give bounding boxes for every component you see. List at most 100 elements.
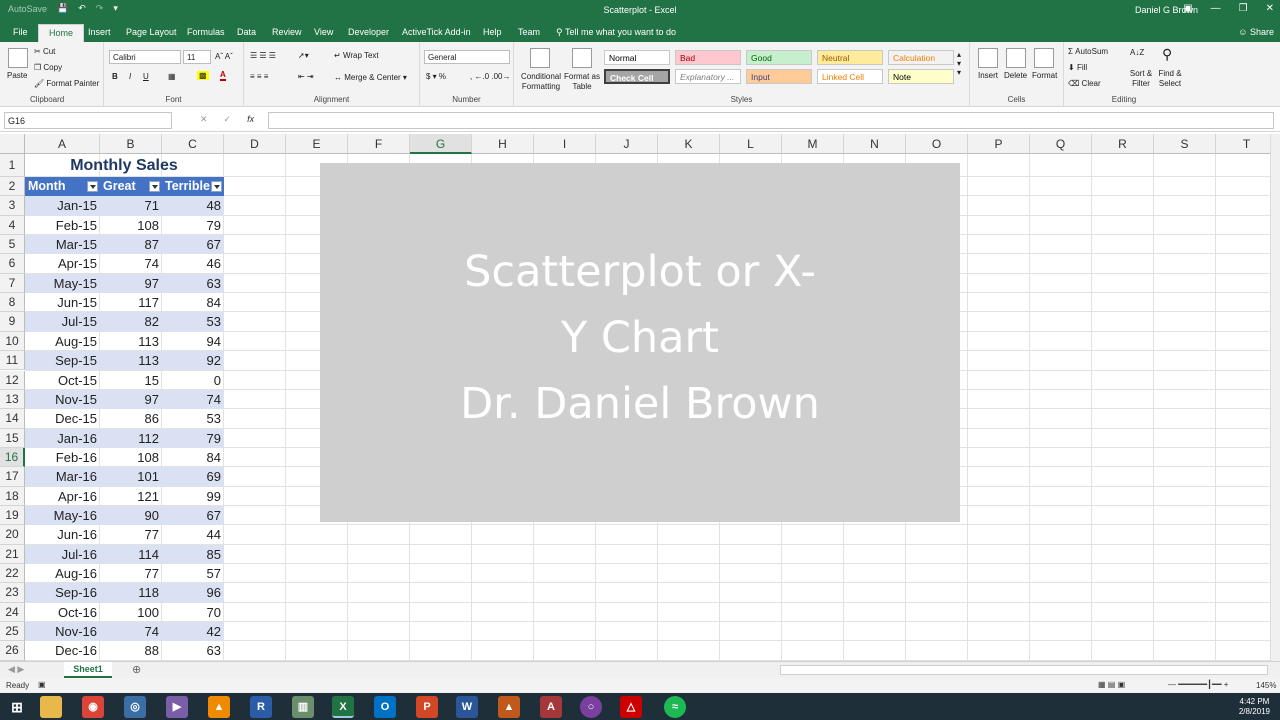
table-cell[interactable]: Dec-16 xyxy=(25,641,100,660)
row-header-5[interactable]: 5 xyxy=(0,235,25,255)
r-icon[interactable]: R xyxy=(250,696,272,718)
table-cell[interactable]: 53 xyxy=(162,409,224,428)
table-cell[interactable]: 85 xyxy=(162,544,224,564)
format-as-table-button[interactable]: Format as Table xyxy=(563,72,601,92)
row-header-12[interactable]: 12 xyxy=(0,370,25,390)
italic-icon[interactable]: I xyxy=(129,72,131,81)
filter-dropdown-icon[interactable] xyxy=(87,181,98,192)
table-cell[interactable]: Sep-15 xyxy=(25,351,100,371)
table-cell[interactable]: Apr-16 xyxy=(25,487,100,506)
windows-start-icon[interactable]: ⊞ xyxy=(6,696,28,718)
table-cell[interactable]: Dec-15 xyxy=(25,409,100,428)
currency-icon[interactable]: $ ▾ % xyxy=(426,72,446,81)
app-icon[interactable]: ▥ xyxy=(292,696,314,718)
row-header-19[interactable]: 19 xyxy=(0,505,25,526)
row-header-25[interactable]: 25 xyxy=(0,622,25,642)
table-cell[interactable]: 57 xyxy=(162,564,224,583)
table-cell[interactable]: 86 xyxy=(100,409,162,428)
table-cell[interactable]: 117 xyxy=(100,293,162,312)
function-icon[interactable]: fx xyxy=(247,114,254,125)
table-cell[interactable]: 94 xyxy=(162,332,224,351)
table-cell[interactable]: 90 xyxy=(100,505,162,526)
delete-cells-icon[interactable] xyxy=(1006,48,1026,68)
row-header-20[interactable]: 20 xyxy=(0,525,25,545)
close-icon[interactable]: ✕ xyxy=(1266,3,1274,14)
table-cell[interactable]: 84 xyxy=(162,293,224,312)
tab-activetick[interactable]: ActiveTick Add-in xyxy=(402,27,471,37)
add-sheet-icon[interactable]: ⊕ xyxy=(132,663,141,676)
column-header-n[interactable]: N xyxy=(844,134,906,154)
spotify-icon[interactable]: ≈ xyxy=(664,696,686,718)
column-header-s[interactable]: S xyxy=(1154,134,1216,154)
cell-style-linked-cell[interactable]: Linked Cell xyxy=(817,69,883,84)
column-header-o[interactable]: O xyxy=(906,134,968,154)
table-cell[interactable]: May-16 xyxy=(25,505,100,526)
tab-team[interactable]: Team xyxy=(518,27,540,37)
table-cell[interactable]: 114 xyxy=(100,544,162,564)
column-header-k[interactable]: K xyxy=(658,134,720,154)
table-cell[interactable]: 100 xyxy=(100,603,162,622)
table-cell[interactable]: 121 xyxy=(100,487,162,506)
row-header-6[interactable]: 6 xyxy=(0,254,25,274)
restore-icon[interactable]: ❐ xyxy=(1239,3,1248,14)
column-header-q[interactable]: Q xyxy=(1030,134,1092,154)
ribbon-options-icon[interactable]: ▣ xyxy=(1183,3,1192,14)
column-header-g[interactable]: G xyxy=(410,134,472,154)
table-cell[interactable]: Nov-16 xyxy=(25,622,100,642)
table-cell[interactable]: 74 xyxy=(100,254,162,273)
row-header-26[interactable]: 26 xyxy=(0,641,25,661)
table-cell[interactable]: 46 xyxy=(162,254,224,273)
system-clock[interactable]: 4:42 PM 2/8/2019 xyxy=(1239,697,1270,717)
column-header-a[interactable]: A xyxy=(25,134,100,154)
table-cell[interactable]: 63 xyxy=(162,641,224,660)
column-header-p[interactable]: P xyxy=(968,134,1030,154)
font-name-select[interactable]: Calibri xyxy=(109,50,181,64)
table-cell[interactable]: 82 xyxy=(100,312,162,332)
minimize-icon[interactable]: — xyxy=(1211,3,1221,14)
cell-style-input[interactable]: Input xyxy=(746,69,812,84)
table-cell[interactable]: Oct-16 xyxy=(25,603,100,622)
column-header-t[interactable]: T xyxy=(1216,134,1270,154)
table-cell[interactable]: 101 xyxy=(100,467,162,487)
format-cells-button[interactable]: Format xyxy=(1032,71,1057,80)
table-cell[interactable]: 79 xyxy=(162,428,224,448)
macro-record-icon[interactable]: ▣ xyxy=(38,680,46,689)
share-button[interactable]: ☺ Share xyxy=(1238,27,1274,37)
sort-filter-icon[interactable]: A↓Z xyxy=(1130,48,1144,57)
media-icon[interactable]: ▶ xyxy=(166,696,188,718)
row-header-23[interactable]: 23 xyxy=(0,583,25,603)
table-cell[interactable]: 0 xyxy=(162,371,224,390)
tab-developer[interactable]: Developer xyxy=(348,27,389,37)
cell-style-calculation[interactable]: Calculation xyxy=(888,50,954,65)
fill-color-icon[interactable]: ▩ xyxy=(197,71,209,80)
acrobat-icon[interactable]: △ xyxy=(620,696,642,718)
table-cell[interactable]: 69 xyxy=(162,467,224,487)
normal-view-icon[interactable]: ▦ ▤ ▣ xyxy=(1098,680,1125,689)
row-header-18[interactable]: 18 xyxy=(0,486,25,506)
cut-button[interactable]: ✂ Cut xyxy=(34,47,55,56)
table-cell[interactable]: Jun-16 xyxy=(25,525,100,544)
matlab-icon[interactable]: ▲ xyxy=(498,696,520,718)
table-cell[interactable]: 113 xyxy=(100,332,162,351)
column-header-d[interactable]: D xyxy=(224,134,286,154)
table-cell[interactable]: Apr-15 xyxy=(25,254,100,273)
select-all-corner[interactable] xyxy=(0,134,25,154)
sort-filter-button[interactable]: Sort & Filter xyxy=(1128,69,1154,89)
bold-icon[interactable]: B xyxy=(112,72,118,81)
row-header-11[interactable]: 11 xyxy=(0,351,25,371)
chrome-icon[interactable]: ◉ xyxy=(82,696,104,718)
table-cell[interactable]: Feb-16 xyxy=(25,448,100,467)
filter-dropdown-icon[interactable] xyxy=(149,181,160,192)
cell-style-normal[interactable]: Normal xyxy=(604,50,670,65)
word-icon[interactable]: W xyxy=(456,696,478,718)
wrap-text-button[interactable]: ↵ Wrap Text xyxy=(334,51,379,60)
delete-cells-button[interactable]: Delete xyxy=(1004,71,1027,80)
cell-style-bad[interactable]: Bad xyxy=(675,50,741,65)
table-cell[interactable]: Sep-16 xyxy=(25,583,100,603)
row-header-10[interactable]: 10 xyxy=(0,331,25,352)
table-cell[interactable]: Jul-15 xyxy=(25,312,100,332)
row-header-1[interactable]: 1 xyxy=(0,154,25,177)
table-cell[interactable]: 112 xyxy=(100,428,162,448)
conditional-formatting-button[interactable]: Conditional Formatting xyxy=(518,72,564,92)
row-header-24[interactable]: 24 xyxy=(0,602,25,623)
